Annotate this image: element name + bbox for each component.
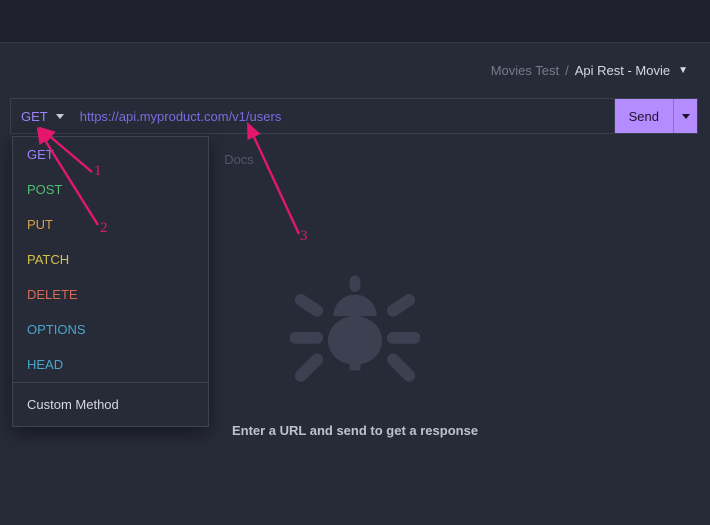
chevron-down-icon (56, 114, 64, 119)
breadcrumb-row: Movies Test / Api Rest - Movie ▼ (0, 43, 710, 98)
chevron-down-icon (682, 114, 690, 119)
method-option-delete[interactable]: DELETE (13, 277, 208, 312)
url-input[interactable] (74, 99, 614, 133)
method-option-custom[interactable]: Custom Method (13, 383, 208, 426)
chevron-down-icon: ▼ (678, 65, 688, 76)
response-empty-text: Enter a URL and send to get a response (232, 423, 478, 438)
method-option-options[interactable]: OPTIONS (13, 312, 208, 347)
method-option-patch[interactable]: PATCH (13, 242, 208, 277)
annotation-label-3: 3 (300, 228, 308, 245)
breadcrumb-parent: Movies Test (491, 63, 559, 78)
window-titlebar (0, 0, 710, 43)
send-button[interactable]: Send (614, 99, 673, 133)
bug-icon (290, 262, 420, 395)
breadcrumb[interactable]: Movies Test / Api Rest - Movie ▼ (491, 63, 688, 78)
send-dropdown-button[interactable] (673, 99, 697, 133)
breadcrumb-sep: / (565, 63, 569, 78)
request-bar: GET Send (10, 98, 698, 134)
method-option-head[interactable]: HEAD (13, 347, 208, 382)
annotation-label-2: 2 (100, 220, 108, 237)
annotation-label-1: 1 (94, 163, 102, 180)
breadcrumb-current: Api Rest - Movie (575, 63, 670, 78)
